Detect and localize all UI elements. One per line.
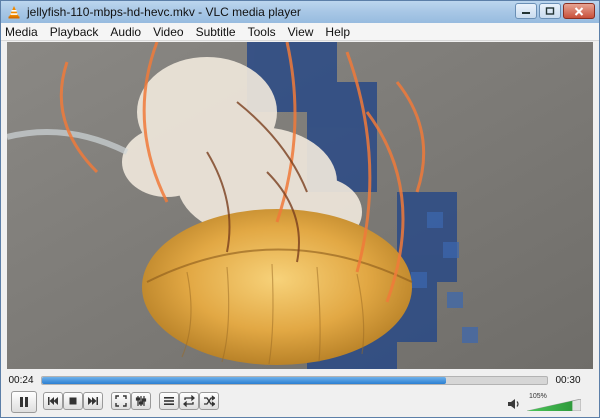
seek-row: 00:24 00:30: [1, 371, 599, 389]
next-button[interactable]: [83, 392, 103, 410]
vlc-window: jellyfish-110-mbps-hd-hevc.mkv - VLC med…: [0, 0, 600, 418]
volume-slider[interactable]: [527, 399, 581, 411]
minimize-button[interactable]: [515, 3, 537, 19]
fullscreen-button[interactable]: [111, 392, 131, 410]
video-output[interactable]: [7, 42, 593, 369]
previous-icon: [48, 397, 58, 405]
playlist-button[interactable]: [159, 392, 179, 410]
fullscreen-icon: [115, 395, 127, 407]
pause-button[interactable]: [11, 391, 37, 413]
maximize-icon: [545, 7, 555, 15]
title-bar[interactable]: jellyfish-110-mbps-hd-hevc.mkv - VLC med…: [1, 1, 599, 24]
close-button[interactable]: [563, 3, 595, 19]
menu-tools[interactable]: Tools: [248, 23, 276, 41]
menu-video[interactable]: Video: [153, 23, 183, 41]
seek-bar[interactable]: [41, 375, 548, 385]
menu-media[interactable]: Media: [5, 23, 38, 41]
shuffle-button[interactable]: [199, 392, 219, 410]
menu-view[interactable]: View: [288, 23, 314, 41]
next-icon: [88, 397, 98, 405]
menu-bar: Media Playback Audio Video Subtitle Tool…: [1, 23, 599, 41]
window-title: jellyfish-110-mbps-hd-hevc.mkv - VLC med…: [27, 5, 301, 19]
pause-icon: [20, 397, 28, 407]
extended-settings-button[interactable]: [131, 392, 151, 410]
control-bar: 105%: [1, 391, 599, 417]
total-time: 00:30: [555, 374, 581, 386]
shuffle-icon: [204, 395, 215, 407]
maximize-button[interactable]: [539, 3, 561, 19]
menu-playback[interactable]: Playback: [50, 23, 99, 41]
extended-settings-icon: [135, 396, 147, 406]
elapsed-time: 00:24: [8, 374, 34, 386]
menu-subtitle[interactable]: Subtitle: [196, 23, 236, 41]
stop-icon: [69, 397, 77, 405]
loop-icon: [183, 395, 195, 407]
loop-button[interactable]: [179, 392, 199, 410]
close-icon: [574, 6, 584, 16]
window-controls: [515, 3, 595, 19]
minimize-icon: [522, 12, 530, 14]
previous-button[interactable]: [43, 392, 63, 410]
video-frame-jellyfish: [7, 42, 593, 369]
menu-audio[interactable]: Audio: [110, 23, 141, 41]
menu-help[interactable]: Help: [325, 23, 350, 41]
stop-button[interactable]: [63, 392, 83, 410]
seek-progress: [42, 376, 446, 384]
vlc-cone-icon: [8, 6, 20, 19]
playlist-icon: [164, 397, 174, 405]
speaker-icon[interactable]: [507, 397, 521, 411]
